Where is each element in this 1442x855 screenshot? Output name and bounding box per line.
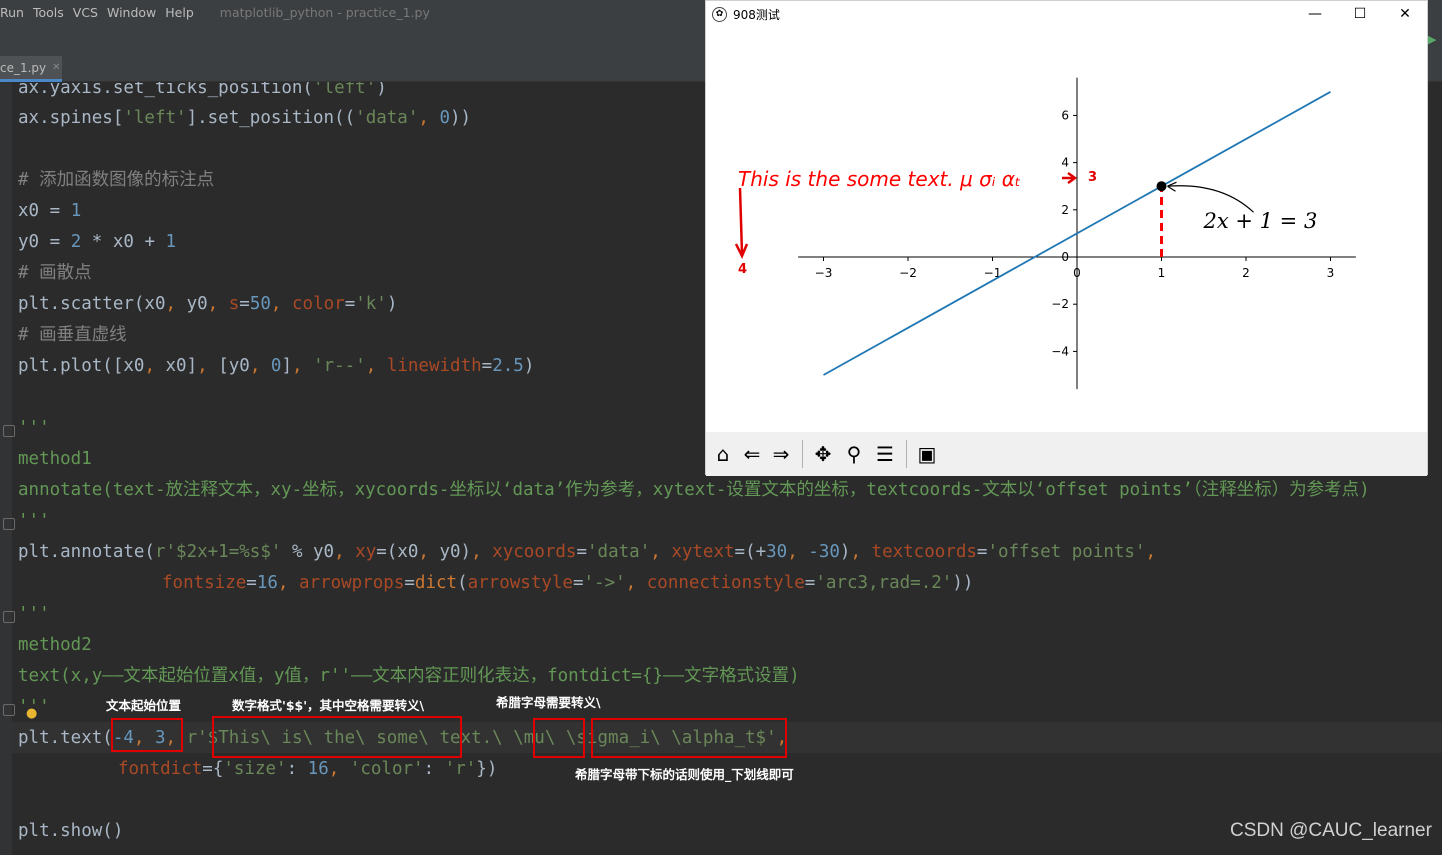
highlight-box-math-format (212, 716, 462, 758)
zoom-icon[interactable]: ⚲ (841, 440, 867, 468)
lightbulb-icon[interactable]: ● (26, 706, 37, 721)
menu-window[interactable]: Window (107, 5, 156, 20)
red-arrow-4 (734, 187, 749, 260)
configure-subplots-icon[interactable]: ☰ (872, 440, 898, 468)
marker-label-4: 4 (738, 262, 747, 277)
figure-window: ✿ 908测试 — ☐ ✕ −3 −2 −1 0 1 2 3 −4 −2 0 2 4 6 2x + 1 =… (705, 0, 1428, 476)
note-greek-escape: 希腊字母需要转义\ (496, 695, 601, 710)
x-tick-label: −2 (899, 266, 917, 280)
minimize-button[interactable]: — (1292, 1, 1338, 28)
fold-icon[interactable] (3, 518, 15, 530)
x-tick-label: −3 (815, 266, 833, 280)
menu-help[interactable]: Help (165, 5, 194, 20)
annotation-arrowhead (1167, 181, 1177, 192)
run-icon[interactable]: ▶ (1428, 33, 1438, 46)
note-greek-subscript: 希腊字母带下标的话则使用_下划线即可 (575, 767, 794, 782)
code-line: x0 = 1 (18, 201, 82, 221)
menu-run[interactable]: Run (0, 5, 24, 20)
code-line: y0 = 2 * x0 + 1 (18, 232, 177, 252)
highlight-box-position (111, 718, 183, 752)
tab-practice-1[interactable]: ce_1.py ✕ (0, 56, 62, 82)
toolbar-separator (802, 440, 803, 468)
note-math-format: 数字格式'$$'，其中空格需要转义\ (232, 698, 425, 713)
code-docstring: annotate(text-放注释文本，xy-坐标，xycoords-坐标以‘d… (18, 480, 1370, 500)
y-tick-label: 4 (1061, 156, 1069, 170)
figure-title-bar: ✿ 908测试 — ☐ ✕ (706, 1, 1427, 28)
maximize-button[interactable]: ☐ (1337, 1, 1383, 28)
code-line: ax.yaxis.set_ticks_position('left') (18, 82, 387, 98)
plot-canvas[interactable]: −3 −2 −1 0 1 2 3 −4 −2 0 2 4 6 2x + 1 = 3 This is the … (706, 28, 1427, 432)
code-comment: # 画垂直虚线 (18, 325, 127, 345)
close-button[interactable]: ✕ (1382, 1, 1428, 28)
code-line: plt.plot([x0, x0], [y0, 0], 'r--', linew… (18, 356, 535, 376)
code-docstring: text(x,y——文本起始位置x值，y值，r''——文本内容正则化表达，fon… (18, 666, 800, 686)
navigation-toolbar: ⌂ ⇐ ⇒ ✥ ⚲ ☰ ▣ (706, 432, 1427, 476)
close-icon[interactable]: ✕ (52, 62, 60, 73)
plot-svg: −3 −2 −1 0 1 2 3−4−202462x + 1 = 3This is the … (734, 77, 1356, 390)
home-icon[interactable]: ⌂ (710, 440, 736, 468)
save-icon[interactable]: ▣ (914, 440, 940, 468)
x-tick-label: 3 (1327, 266, 1335, 280)
scatter-point (1156, 181, 1167, 192)
fold-icon[interactable] (3, 611, 15, 623)
highlight-box-mu (533, 718, 585, 758)
figure-title: 908测试 (733, 8, 780, 22)
watermark: CSDN @CAUC_learner (1230, 820, 1432, 841)
code-docstring: method2 (18, 635, 92, 655)
code-line: plt.scatter(x0, y0, s=50, color='k') (18, 294, 398, 314)
menu-tools[interactable]: Tools (33, 5, 64, 20)
note-text-start: 文本起始位置 (106, 698, 182, 713)
fold-icon[interactable] (3, 425, 15, 437)
code-docstring: ''' (18, 604, 50, 624)
x-tick-label: 2 (1242, 266, 1250, 280)
toolbar-separator (906, 440, 907, 468)
code-line: plt.show() (18, 821, 124, 841)
code-docstring: ''' (18, 418, 50, 438)
menu-vcs[interactable]: VCS (73, 5, 98, 20)
tab-label: ce_1.py (0, 60, 47, 75)
marker-label-3: 3 (1088, 170, 1097, 185)
y-tick-label: 2 (1061, 203, 1069, 217)
fold-icon[interactable] (3, 704, 15, 716)
back-icon[interactable]: ⇐ (739, 440, 765, 468)
code-comment: # 添加函数图像的标注点 (18, 170, 215, 190)
annotation-label: 2x + 1 = 3 (1203, 209, 1318, 233)
red-arrow-3 (1062, 171, 1078, 185)
y-tick-label: 0 (1061, 250, 1069, 264)
code-docstring: ''' (18, 511, 50, 531)
red-text-label: This is the some text. μ σᵢ αₜ (738, 167, 1021, 191)
x-tick-label: 0 (1073, 266, 1081, 280)
code-line: ax.spines['left'].set_position(('data', … (18, 108, 472, 128)
highlight-box-greek-subscript (591, 718, 787, 758)
pan-icon[interactable]: ✥ (810, 440, 836, 468)
y-tick-label: −4 (1051, 344, 1069, 358)
project-title: matplotlib_python - practice_1.py (219, 5, 430, 20)
editor-gutter (0, 82, 12, 855)
code-comment: # 画散点 (18, 263, 92, 283)
code-line: fontsize=16, arrowprops=dict(arrowstyle=… (162, 573, 974, 593)
code-line: plt.annotate(r'$2x+1=%s$' % y0, xy=(x0, … (18, 542, 1157, 562)
code-line: fontdict={'size': 16, 'color': 'r'}) (118, 759, 498, 779)
y-tick-label: 6 (1061, 108, 1069, 122)
x-tick-label: 1 (1158, 266, 1166, 280)
app-icon: ✿ (712, 7, 727, 22)
y-tick-label: −2 (1051, 297, 1069, 311)
forward-icon[interactable]: ⇒ (768, 440, 794, 468)
code-docstring: method1 (18, 449, 92, 469)
